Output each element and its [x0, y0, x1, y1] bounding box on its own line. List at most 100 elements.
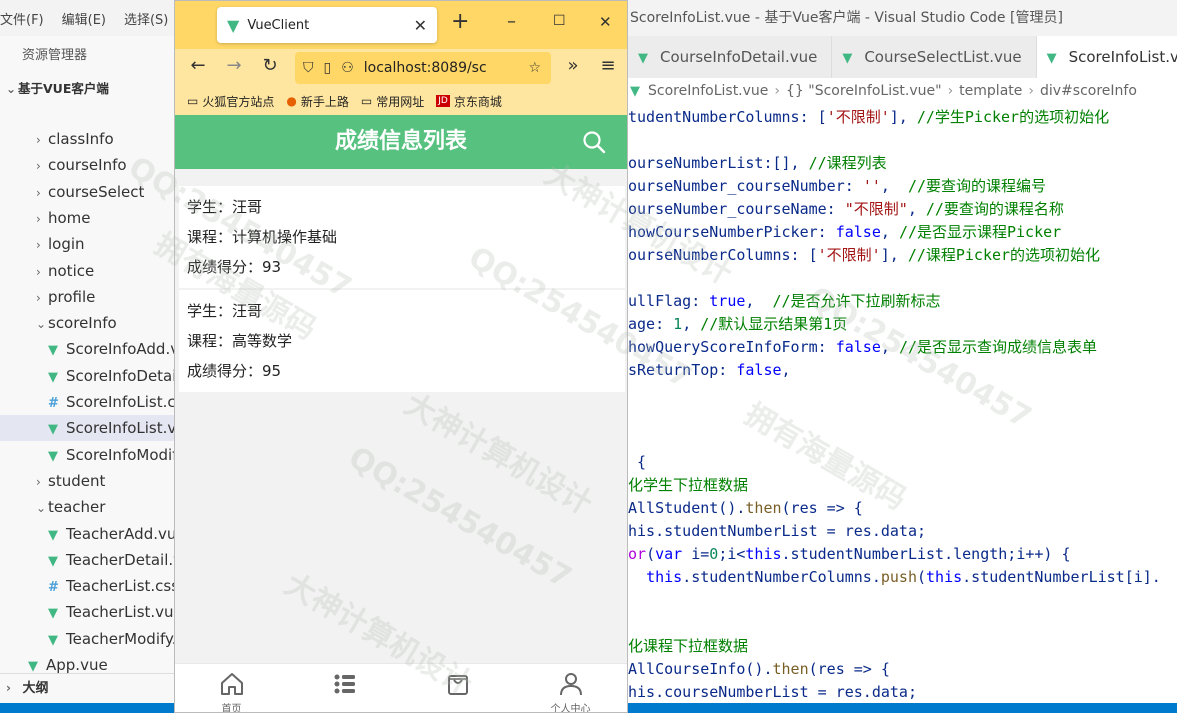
- tree-label: home: [48, 208, 91, 227]
- code-editor[interactable]: tudentNumberColumns: ['不限制'], //学生Picker…: [628, 104, 1177, 704]
- vue-file-icon: ▼: [48, 422, 58, 438]
- chevron-down-icon: ⌄: [6, 82, 17, 96]
- tab-label: ScoreInfoList.vue: [1068, 48, 1177, 66]
- close-icon[interactable]: ✕: [414, 16, 427, 35]
- code-line: AllStudent().then(res => {: [628, 499, 863, 517]
- tree-folder[interactable]: ⌄ teacher: [0, 494, 175, 520]
- tree-folder[interactable]: › notice: [0, 258, 175, 284]
- tab-home[interactable]: 首页: [175, 664, 288, 712]
- code-line: ullFlag: true, //是否允许下拉刷新标志: [628, 292, 941, 310]
- score-list: 学生：汪哥 课程：计算机操作基础 成绩得分：93 学生：汪哥 课程：高等数学 成…: [175, 169, 627, 663]
- vue-file-icon: ▼: [48, 527, 58, 543]
- tree-folder[interactable]: › student: [0, 468, 175, 494]
- tree-folder[interactable]: › login: [0, 231, 175, 257]
- permissions-icon[interactable]: ⚇: [341, 60, 354, 76]
- minimize-icon[interactable]: –: [507, 11, 516, 32]
- tree-label: courseInfo: [48, 156, 127, 175]
- code-line: ourseNumber_courseNumber: '', //要查询的课程编号: [628, 177, 1047, 195]
- tree-file[interactable]: ▼ ScoreInfoDetail.vue: [0, 363, 175, 389]
- tree-folder[interactable]: › profile: [0, 284, 175, 310]
- overflow-icon[interactable]: »: [561, 55, 585, 76]
- vue-file-icon: ▼: [638, 51, 648, 66]
- menu-icon[interactable]: ≡: [596, 55, 620, 76]
- tab-courseinfodetail[interactable]: ▼ CourseInfoDetail.vue: [628, 36, 833, 78]
- tree-folder[interactable]: › courseInfo: [0, 152, 175, 178]
- url-bar[interactable]: ⛉ ▯ ⚇ localhost:8089/sc ☆: [295, 52, 551, 84]
- browser-tab[interactable]: ▼ VueClient ✕: [217, 7, 437, 43]
- new-tab-icon[interactable]: +: [451, 9, 469, 34]
- tree-file[interactable]: ▼ TeacherList.vue: [0, 599, 175, 625]
- bookmark-item[interactable]: ▭ 火狐官方站点: [187, 93, 274, 110]
- folder-icon: ▭: [187, 94, 199, 108]
- project-root[interactable]: ⌄ 基于VUE客户端: [0, 76, 175, 102]
- tree-folder[interactable]: › classInfo: [0, 126, 175, 152]
- breadcrumb-file[interactable]: ScoreInfoList.vue: [648, 83, 768, 99]
- bookmark-item[interactable]: ● 新手上路: [286, 93, 349, 110]
- forward-icon[interactable]: →: [222, 55, 246, 76]
- tree-folder[interactable]: › courseSelect: [0, 179, 175, 205]
- url-text[interactable]: localhost:8089/sc: [364, 60, 529, 76]
- tree-label: TeacherList.css: [66, 577, 175, 596]
- tree-file[interactable]: ▼ ScoreInfoAdd.vue: [0, 336, 175, 362]
- breadcrumb-div[interactable]: div#scoreInfo: [1040, 83, 1137, 99]
- breadcrumb-module[interactable]: {} "ScoreInfoList.vue": [786, 83, 942, 99]
- tab-bag[interactable]: [401, 664, 514, 712]
- chevron-down-icon: ⌄: [36, 317, 47, 332]
- chevron-right-icon: ›: [36, 474, 41, 489]
- back-icon[interactable]: ←: [186, 55, 210, 76]
- tree-label: scoreInfo: [48, 314, 117, 333]
- browser-navbar: ← → ↻ ⛉ ▯ ⚇ localhost:8089/sc ☆ » ≡: [175, 49, 627, 87]
- breadcrumb-template[interactable]: template: [959, 83, 1022, 99]
- explorer-panel: 资源管理器 ⌄ 基于VUE客户端 › classInfo › courseInfo › co…: [0, 36, 175, 713]
- project-name: 基于VUE客户端: [18, 81, 109, 96]
- menu-file[interactable]: 文件(F): [0, 9, 44, 28]
- window-title: ScoreInfoList.vue - 基于Vue客户端 - Visual St…: [628, 0, 1177, 36]
- breadcrumb: ▼ ScoreInfoList.vue › {} "ScoreInfoList.vue…: [628, 78, 1177, 104]
- shield-icon[interactable]: ⛉: [303, 60, 314, 76]
- tree-folder[interactable]: › home: [0, 205, 175, 231]
- bookmark-star-icon[interactable]: ☆: [528, 60, 541, 76]
- score-value: 93: [262, 258, 282, 276]
- menu-select[interactable]: 选择(S): [124, 9, 168, 28]
- folder-icon: ▭: [360, 94, 373, 108]
- tab-courseselectlist[interactable]: ▼ CourseSelectList.vue: [832, 36, 1037, 78]
- tree-file[interactable]: ▼ ScoreInfoList.vue: [0, 415, 175, 442]
- tab-scoreinfolist[interactable]: ▼ ScoreInfoList.vue: [1036, 36, 1177, 78]
- search-icon[interactable]: [581, 129, 607, 155]
- tree-label: TeacherModify.vue: [66, 629, 175, 648]
- bottom-tabbar: 首页 个人中心: [175, 663, 627, 712]
- tree-label: TeacherDetail.vue: [66, 550, 175, 569]
- tree-label: App.vue: [46, 656, 108, 674]
- css-file-icon: #: [48, 580, 59, 596]
- tree-folder[interactable]: ⌄ scoreInfo: [0, 310, 175, 336]
- chevron-right-icon: ›: [36, 159, 41, 174]
- tree-file[interactable]: ▼ ScoreInfoModify.vue: [0, 442, 175, 468]
- bookmark-item[interactable]: ▭ 常用网址: [361, 93, 424, 110]
- tree-file[interactable]: ▼ TeacherAdd.vue: [0, 521, 175, 547]
- tree-file[interactable]: ▼ TeacherDetail.vue: [0, 547, 175, 573]
- tree-file[interactable]: ▼ TeacherModify.vue: [0, 626, 175, 652]
- menu-edit[interactable]: 编辑(E): [62, 9, 106, 28]
- bookmark-item[interactable]: JD 京东商城: [436, 93, 502, 110]
- tree-label: TeacherAdd.vue: [66, 524, 175, 543]
- tab-label: CourseInfoDetail.vue: [660, 48, 818, 66]
- tree-file[interactable]: # ScoreInfoList.css: [0, 389, 175, 415]
- tree-label: student: [48, 471, 106, 490]
- tree-label: courseSelect: [48, 182, 145, 201]
- list-item[interactable]: 学生：汪哥 课程：计算机操作基础 成绩得分：93: [179, 186, 625, 288]
- outline-section[interactable]: › 大纲: [0, 673, 175, 701]
- tab-list[interactable]: [288, 664, 401, 712]
- bookmarks-toolbar: ▭ 火狐官方站点 ● 新手上路 ▭ 常用网址 JD 京东商城: [175, 87, 627, 115]
- chevron-right-icon: ›: [1028, 83, 1034, 99]
- course-line: 课程：高等数学: [187, 332, 293, 350]
- list-item[interactable]: 学生：汪哥 课程：高等数学 成绩得分：95: [179, 290, 625, 392]
- statusbar: [628, 703, 1177, 713]
- tab-profile[interactable]: 个人中心: [514, 664, 627, 712]
- tree-file[interactable]: # TeacherList.css: [0, 573, 175, 599]
- window-close-icon[interactable]: ✕: [599, 13, 612, 31]
- maximize-icon[interactable]: ☐: [553, 13, 566, 29]
- vue-file-icon: ▼: [48, 553, 58, 569]
- reload-icon[interactable]: ↻: [258, 55, 282, 76]
- vue-file-icon: ▼: [48, 606, 58, 622]
- home-icon: [220, 673, 243, 695]
